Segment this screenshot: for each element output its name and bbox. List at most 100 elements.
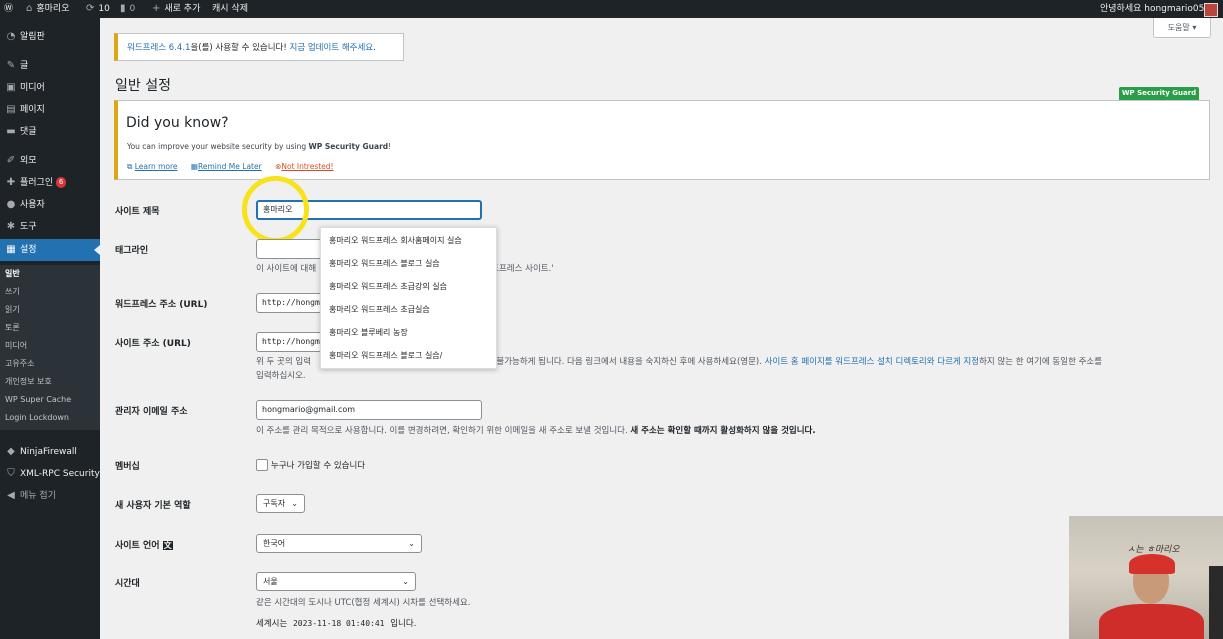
admin-email-description: 이 주소를 관리 목적으로 사용합니다. 이를 변경하려면, 확인하기 위한 이… bbox=[256, 426, 816, 436]
submenu-discussion[interactable]: 토론 bbox=[5, 319, 20, 337]
admin-bar: Ⓦ ⌂ 홍마리오 ⟳ 10 ▮ 0 + 새로 추가 캐시 삭제 안녕하세요 hongma… bbox=[0, 0, 1223, 18]
submenu-reading[interactable]: 읽기 bbox=[5, 301, 20, 319]
not-interested-link[interactable]: Not Intrested! bbox=[281, 162, 333, 171]
site-url-input[interactable]: http://hongm bbox=[256, 332, 322, 352]
plugin-update-badge: 6 bbox=[56, 177, 67, 188]
sidebar-item-xmlrpc-security[interactable]: ⛉ XML-RPC Security bbox=[0, 463, 100, 485]
site-url-description-2: 입력하십시오. bbox=[256, 371, 306, 381]
sidebar-item-posts[interactable]: ✎ 글 bbox=[0, 55, 100, 77]
autocomplete-item[interactable]: 홍마리오 워드프레스 블로그 실습/ bbox=[329, 344, 442, 367]
admin-bar-clear-cache[interactable]: 캐시 삭제 bbox=[212, 0, 248, 18]
wordpress-url-input[interactable]: http://hongm bbox=[256, 293, 322, 313]
wordpress-logo-icon[interactable]: Ⓦ bbox=[4, 0, 13, 18]
submenu-permalinks[interactable]: 고유주소 bbox=[5, 355, 34, 373]
sidebar-item-settings[interactable]: ▦ 설정 bbox=[0, 239, 100, 261]
ninja-icon: ◆ bbox=[7, 446, 15, 457]
sidebar-item-dashboard[interactable]: ◔ 알림판 bbox=[0, 26, 100, 48]
default-role-label: 새 사용자 기본 역할 bbox=[115, 501, 191, 511]
wpsg-links: ⧉ Learn more ▦Remind Me Later ⊗Not Intre… bbox=[127, 162, 345, 172]
chevron-down-icon: ⌄ bbox=[402, 577, 409, 586]
sidebar-item-pages[interactable]: ▤ 페이지 bbox=[0, 99, 100, 121]
site-language-label: 사이트 언어 文 bbox=[115, 541, 173, 551]
calendar-icon: ▦ bbox=[190, 162, 199, 171]
submenu-privacy[interactable]: 개인정보 보호 bbox=[5, 373, 52, 391]
dashboard-icon: ◔ bbox=[6, 31, 16, 42]
refresh-icon: ⟳ bbox=[86, 3, 95, 14]
sidebar-item-plugins[interactable]: ✚ 플러그인 6 bbox=[0, 172, 100, 194]
admin-bar-comments[interactable]: ▮ 0 bbox=[120, 0, 135, 18]
remind-later-link[interactable]: Remind Me Later bbox=[198, 162, 262, 171]
shield-icon: ⛉ bbox=[7, 468, 15, 479]
help-tab-button[interactable]: 도움말 ▾ bbox=[1153, 18, 1211, 38]
wrench-icon: ✱ bbox=[6, 221, 16, 232]
sidebar-collapse-menu[interactable]: ◀ 메뉴 접기 bbox=[0, 485, 100, 507]
utc-time: 세계시는 2023-11-18 01:40:41 입니다. bbox=[256, 618, 417, 629]
tagline-input[interactable] bbox=[256, 239, 322, 259]
timezone-select[interactable]: 서울 ⌄ bbox=[256, 572, 416, 591]
highlight-circle bbox=[242, 176, 309, 243]
plus-icon: + bbox=[152, 3, 161, 14]
autocomplete-item[interactable]: 홍마리오 워드프레스 블로그 실습 bbox=[329, 252, 440, 275]
admin-email-input[interactable]: hongmario@gmail.com bbox=[256, 400, 482, 420]
autocomplete-item[interactable]: 홍마리오 블루베리 농장 bbox=[329, 321, 408, 344]
media-icon: ▣ bbox=[6, 82, 16, 93]
membership-checkbox[interactable] bbox=[256, 459, 268, 471]
page-title: 일반 설정 bbox=[115, 78, 171, 94]
timezone-label: 시간대 bbox=[115, 579, 140, 589]
submenu-media[interactable]: 미디어 bbox=[5, 337, 27, 355]
translate-icon: 文 bbox=[162, 541, 173, 550]
autocomplete-item[interactable]: 홍마리오 워드프레스 회사홈페이지 실습 bbox=[329, 229, 462, 252]
chevron-down-icon: ⌄ bbox=[291, 499, 298, 508]
pin-icon: ✎ bbox=[6, 60, 16, 71]
collapse-icon: ◀ bbox=[7, 490, 15, 501]
sidebar-item-comments[interactable]: ▬ 댓글 bbox=[0, 121, 100, 143]
timezone-description: 같은 시간대의 도시나 UTC(협정 세계시) 시차를 선택하세요. bbox=[256, 598, 471, 608]
user-icon: ● bbox=[6, 199, 16, 210]
presenter-cap bbox=[1129, 554, 1175, 574]
sidebar-item-tools[interactable]: ✱ 도구 bbox=[0, 216, 100, 238]
external-link-icon: ⧉ bbox=[127, 162, 133, 171]
membership-checkbox-label[interactable]: 누구나 가입할 수 있습니다 bbox=[271, 459, 365, 471]
autocomplete-item[interactable]: 홍마리오 워드프레스 초급강의 실습 bbox=[329, 275, 447, 298]
wpsg-notice: Did you know? You can improve your websi… bbox=[114, 100, 1210, 180]
page-icon: ▤ bbox=[6, 104, 16, 115]
site-url-help-link[interactable]: 사이트 홈 페이지를 워드프레스 설치 디렉토리와 다르게 지정 bbox=[765, 357, 979, 367]
sidebar-item-users[interactable]: ● 사용자 bbox=[0, 194, 100, 216]
wordpress-version-link[interactable]: 워드프레스 6.4.1 bbox=[127, 43, 190, 53]
admin-email-label: 관리자 이메일 주소 bbox=[115, 407, 188, 417]
admin-bar-new[interactable]: + 새로 추가 bbox=[152, 0, 200, 18]
update-now-link[interactable]: 지금 업데이트 해주세요 bbox=[290, 43, 374, 53]
plugin-icon: ✚ bbox=[6, 177, 16, 188]
admin-sidebar: ◔ 알림판 ✎ 글 ▣ 미디어 ▤ 페이지 ▬ 댓글 ✐ 외모 ✚ 플러그인 6 ● 사용자 ✱ 도… bbox=[0, 18, 100, 639]
submenu-general[interactable]: 일반 bbox=[5, 265, 20, 283]
wpsg-badge: WP Security Guard bbox=[1119, 87, 1199, 100]
learn-more-link[interactable]: Learn more bbox=[135, 162, 178, 171]
brush-icon: ✐ bbox=[6, 155, 16, 166]
autocomplete-item[interactable]: 홍마리오 워드프레스 초급실습 bbox=[329, 298, 430, 321]
update-notice: 워드프레스 6.4.1을(를) 사용할 수 있습니다! 지금 업데이트 해주세요… bbox=[114, 33, 404, 61]
did-you-know-title: Did you know? bbox=[126, 115, 229, 131]
default-role-select[interactable]: 구독자 ⌄ bbox=[256, 494, 305, 513]
admin-bar-greeting[interactable]: 안녕하세요 hongmario05님 bbox=[1100, 0, 1213, 18]
submenu-login-lockdown[interactable]: Login Lockdown bbox=[5, 409, 69, 427]
comment-icon: ▮ bbox=[120, 3, 126, 14]
presenter-body bbox=[1099, 604, 1204, 639]
webcam-overlay: ㅅ는 ㅎ마리오 bbox=[1069, 516, 1223, 639]
sidebar-item-media[interactable]: ▣ 미디어 bbox=[0, 77, 100, 99]
admin-bar-updates[interactable]: ⟳ 10 bbox=[86, 0, 110, 18]
membership-label: 멤버십 bbox=[115, 462, 140, 472]
sidebar-item-appearance[interactable]: ✐ 외모 bbox=[0, 150, 100, 172]
submenu-wp-super-cache[interactable]: WP Super Cache bbox=[5, 391, 71, 409]
admin-bar-site-name[interactable]: ⌂ 홍마리오 bbox=[26, 0, 69, 18]
home-icon: ⌂ bbox=[26, 3, 33, 14]
wpsg-text: You can improve your website security by… bbox=[127, 142, 392, 151]
sidebar-item-ninjafirewall[interactable]: ◆ NinjaFirewall bbox=[0, 441, 100, 463]
wordpress-url-label: 워드프레스 주소 (URL) bbox=[115, 300, 208, 310]
chevron-down-icon: ▾ bbox=[1192, 23, 1197, 32]
chevron-down-icon: ⌄ bbox=[408, 539, 415, 548]
submenu-writing[interactable]: 쓰기 bbox=[5, 283, 20, 301]
site-url-label: 사이트 주소 (URL) bbox=[115, 339, 191, 349]
site-language-select[interactable]: 한국어 ⌄ bbox=[256, 534, 422, 553]
background-object bbox=[1209, 566, 1223, 639]
avatar[interactable] bbox=[1204, 3, 1218, 17]
